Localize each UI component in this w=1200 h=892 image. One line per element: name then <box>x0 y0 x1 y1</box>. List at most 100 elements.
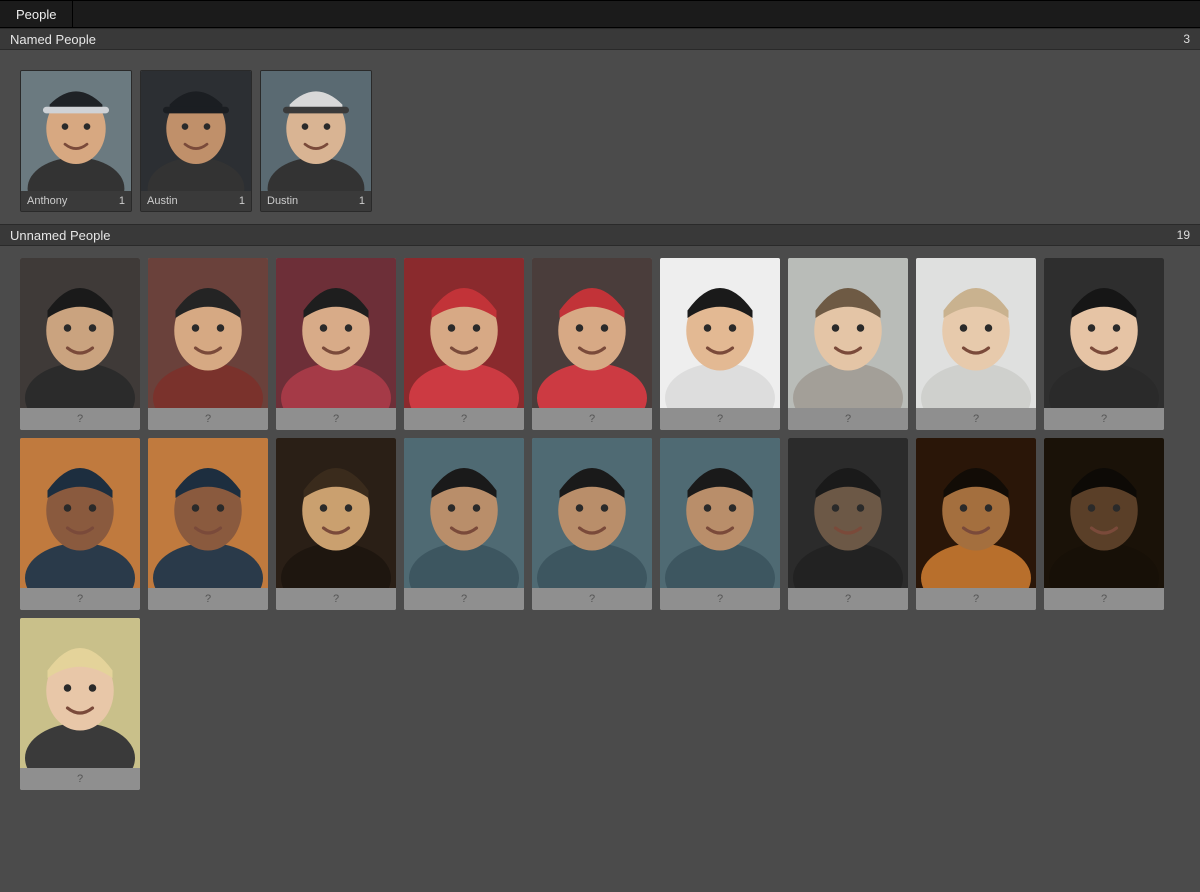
person-meta[interactable]: ? <box>788 408 908 430</box>
named-person-card[interactable]: Dustin1 <box>260 70 372 212</box>
unnamed-grid: ??????????????????? <box>20 258 1180 790</box>
unnamed-person-card[interactable]: ? <box>660 258 780 430</box>
unnamed-person-card[interactable]: ? <box>916 438 1036 610</box>
person-meta[interactable]: ? <box>788 588 908 610</box>
unnamed-person-card[interactable]: ? <box>148 438 268 610</box>
unnamed-person-card[interactable]: ? <box>916 258 1036 430</box>
person-name-placeholder: ? <box>205 593 211 605</box>
unnamed-person-card[interactable]: ? <box>1044 438 1164 610</box>
person-name: Dustin <box>267 195 359 207</box>
person-thumbnail <box>20 258 140 408</box>
person-meta[interactable]: ? <box>20 408 140 430</box>
person-thumbnail <box>141 71 251 191</box>
person-thumbnail <box>148 258 268 408</box>
person-name-placeholder: ? <box>845 593 851 605</box>
person-name-placeholder: ? <box>589 413 595 425</box>
person-name-placeholder: ? <box>461 413 467 425</box>
unnamed-person-card[interactable]: ? <box>1044 258 1164 430</box>
person-meta[interactable]: ? <box>660 588 780 610</box>
section-body-unnamed: ??????????????????? <box>0 246 1200 802</box>
toolbar: People <box>0 0 1200 28</box>
person-meta[interactable]: ? <box>916 588 1036 610</box>
section-count: 19 <box>1177 228 1190 242</box>
person-name-placeholder: ? <box>845 413 851 425</box>
person-thumbnail <box>1044 438 1164 588</box>
person-meta[interactable]: ? <box>660 408 780 430</box>
person-meta[interactable]: ? <box>148 408 268 430</box>
section-body-named: Anthony1Austin1Dustin1 <box>0 50 1200 224</box>
person-thumbnail <box>20 618 140 768</box>
person-thumbnail <box>148 438 268 588</box>
person-thumbnail <box>532 258 652 408</box>
person-thumbnail <box>916 438 1036 588</box>
person-meta[interactable]: ? <box>1044 588 1164 610</box>
unnamed-person-card[interactable]: ? <box>276 258 396 430</box>
person-name-placeholder: ? <box>77 593 83 605</box>
person-name-placeholder: ? <box>1101 593 1107 605</box>
person-meta[interactable]: ? <box>276 408 396 430</box>
named-grid: Anthony1Austin1Dustin1 <box>20 70 1180 212</box>
person-meta[interactable]: ? <box>532 588 652 610</box>
tab-label: People <box>16 7 56 22</box>
unnamed-person-card[interactable]: ? <box>788 258 908 430</box>
unnamed-person-card[interactable]: ? <box>20 438 140 610</box>
unnamed-person-card[interactable]: ? <box>20 618 140 790</box>
unnamed-person-card[interactable]: ? <box>276 438 396 610</box>
person-thumbnail <box>788 258 908 408</box>
person-thumbnail <box>788 438 908 588</box>
unnamed-person-card[interactable]: ? <box>532 258 652 430</box>
person-meta[interactable]: ? <box>276 588 396 610</box>
person-meta[interactable]: ? <box>404 408 524 430</box>
person-name-placeholder: ? <box>77 413 83 425</box>
person-meta[interactable]: ? <box>532 408 652 430</box>
person-name-placeholder: ? <box>77 773 83 785</box>
unnamed-person-card[interactable]: ? <box>788 438 908 610</box>
person-name-placeholder: ? <box>589 593 595 605</box>
person-name-placeholder: ? <box>717 593 723 605</box>
person-name-placeholder: ? <box>973 413 979 425</box>
person-meta[interactable]: ? <box>148 588 268 610</box>
unnamed-person-card[interactable]: ? <box>660 438 780 610</box>
named-person-card[interactable]: Austin1 <box>140 70 252 212</box>
person-thumbnail <box>276 438 396 588</box>
person-meta[interactable]: ? <box>20 588 140 610</box>
tab-people[interactable]: People <box>0 1 73 27</box>
unnamed-person-card[interactable]: ? <box>404 258 524 430</box>
person-thumbnail <box>261 71 371 191</box>
person-thumbnail <box>660 258 780 408</box>
person-meta: Dustin1 <box>261 191 371 211</box>
section-title: Unnamed People <box>10 228 110 243</box>
person-name-placeholder: ? <box>333 593 339 605</box>
person-name-placeholder: ? <box>973 593 979 605</box>
section-header-unnamed[interactable]: Unnamed People 19 <box>0 224 1200 246</box>
person-name: Austin <box>147 195 239 207</box>
section-header-named[interactable]: Named People 3 <box>0 28 1200 50</box>
person-name-placeholder: ? <box>333 413 339 425</box>
person-name-placeholder: ? <box>461 593 467 605</box>
person-count: 1 <box>239 195 245 207</box>
section-count: 3 <box>1183 32 1190 46</box>
person-count: 1 <box>119 195 125 207</box>
unnamed-person-card[interactable]: ? <box>148 258 268 430</box>
person-thumbnail <box>21 71 131 191</box>
section-title: Named People <box>10 32 96 47</box>
unnamed-person-card[interactable]: ? <box>532 438 652 610</box>
person-name: Anthony <box>27 195 119 207</box>
person-name-placeholder: ? <box>205 413 211 425</box>
person-name-placeholder: ? <box>717 413 723 425</box>
person-thumbnail <box>404 258 524 408</box>
person-meta[interactable]: ? <box>916 408 1036 430</box>
person-meta[interactable]: ? <box>20 768 140 790</box>
person-thumbnail <box>532 438 652 588</box>
unnamed-person-card[interactable]: ? <box>404 438 524 610</box>
person-meta[interactable]: ? <box>1044 408 1164 430</box>
named-person-card[interactable]: Anthony1 <box>20 70 132 212</box>
person-thumbnail <box>404 438 524 588</box>
unnamed-person-card[interactable]: ? <box>20 258 140 430</box>
person-thumbnail <box>660 438 780 588</box>
person-thumbnail <box>276 258 396 408</box>
person-thumbnail <box>20 438 140 588</box>
person-meta[interactable]: ? <box>404 588 524 610</box>
person-meta: Austin1 <box>141 191 251 211</box>
person-meta: Anthony1 <box>21 191 131 211</box>
